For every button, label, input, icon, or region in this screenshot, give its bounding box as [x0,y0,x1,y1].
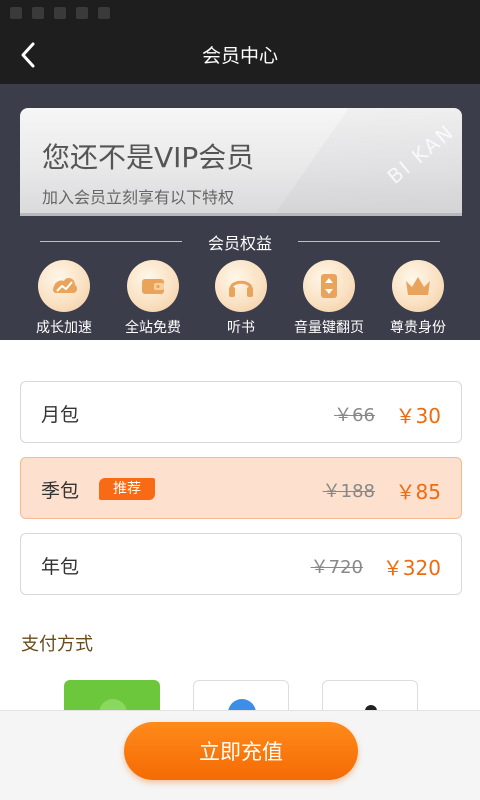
benefits-heading-text: 会员权益 [207,234,272,253]
status-icon [76,7,88,19]
status-icon [98,7,110,19]
plan-price: ￥85 [395,480,441,504]
crown-icon [392,260,444,312]
plan-original-price: ￥66 [334,405,375,426]
divider [298,241,440,242]
volume-page-turn-icon [303,260,355,312]
status-icon [32,7,44,19]
benefit-item[interactable]: 尊贵身份 [373,260,463,337]
plan-name: 季包 [41,480,80,502]
plan-original-price: ￥188 [322,481,375,502]
vip-status-title: 您还不是VIP会员 [42,141,255,174]
benefit-label: 全站免费 [125,320,181,336]
card-divider [20,213,462,216]
benefit-item[interactable]: 成长加速 [19,260,109,337]
bottom-action-bar: 立即充值 [0,710,480,800]
plan-option-quarterly[interactable]: 季包 推荐 ￥188 ￥85 [20,457,462,519]
growth-chart-icon [38,260,90,312]
benefit-label: 音量键翻页 [294,320,364,336]
plan-original-price: ￥720 [310,557,363,578]
plan-option-monthly[interactable]: 月包 ￥66 ￥30 [20,381,462,443]
plan-name: 月包 [41,404,80,426]
benefit-label: 尊贵身份 [390,320,446,336]
benefit-label: 成长加速 [36,320,92,336]
vip-status-subtitle: 加入会员立刻享有以下特权 [42,188,235,207]
plan-name: 年包 [41,556,80,578]
status-icon [54,7,66,19]
headphones-icon [215,260,267,312]
payment-method-title: 支付方式 [21,634,93,655]
benefits-heading: 会员权益 [0,230,480,254]
benefit-item[interactable]: 听书 [196,260,286,337]
benefit-label: 听书 [227,320,255,336]
card-decoration [276,108,462,216]
plan-option-yearly[interactable]: 年包 ￥720 ￥320 [20,533,462,595]
page-title: 会员中心 [201,45,278,67]
recommend-badge: 推荐 [99,478,155,500]
wallet-icon [127,260,179,312]
plan-price: ￥30 [395,404,441,428]
status-icon [10,7,22,19]
recharge-now-button[interactable]: 立即充值 [124,722,358,780]
nav-bar: 会员中心 [0,26,480,84]
status-bar [0,0,480,26]
benefit-item[interactable]: 音量键翻页 [284,260,374,337]
vip-card: BI KAN 您还不是VIP会员 加入会员立刻享有以下特权 [20,108,462,216]
vip-header: BI KAN 您还不是VIP会员 加入会员立刻享有以下特权 会员权益 成长加速 [0,84,480,340]
benefits-list: 成长加速 全站免费 听书 音量键翻页 尊贵身份 [0,260,480,340]
plan-price: ￥320 [382,556,441,580]
benefit-item[interactable]: 全站免费 [108,260,198,337]
